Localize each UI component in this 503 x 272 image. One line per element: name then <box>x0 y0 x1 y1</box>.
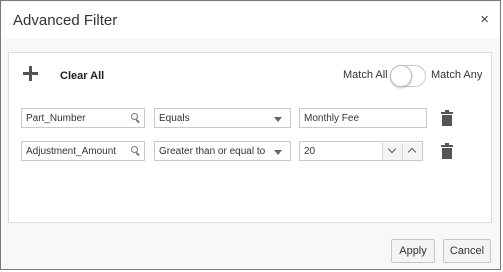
filter-panel: Clear All Match All Match Any Part_Numbe… <box>8 52 492 223</box>
increment-button[interactable] <box>402 143 422 160</box>
search-icon[interactable] <box>131 113 140 122</box>
chevron-down-icon <box>387 144 397 154</box>
dialog-titlebar: Advanced Filter × <box>2 2 499 38</box>
operator-select[interactable]: Equals <box>154 108 291 128</box>
chevron-up-icon <box>407 147 417 157</box>
decrement-button[interactable] <box>382 143 402 160</box>
operator-value: Greater than or equal to <box>159 146 266 157</box>
value-input[interactable]: Monthly Fee <box>299 108 427 128</box>
trash-icon[interactable] <box>441 143 453 159</box>
search-icon[interactable] <box>131 146 140 155</box>
add-icon[interactable] <box>23 66 38 81</box>
trash-lid <box>441 145 453 147</box>
field-value: Adjustment_Amount <box>26 146 117 157</box>
operator-value: Equals <box>159 113 190 124</box>
value-text: Monthly Fee <box>304 113 360 124</box>
close-icon[interactable]: × <box>480 11 489 28</box>
clear-all-button[interactable]: Clear All <box>60 70 104 82</box>
value-text: 20 <box>304 146 316 157</box>
apply-button[interactable]: Apply <box>391 239 435 263</box>
chevron-down-icon <box>274 117 282 122</box>
chevron-down-icon <box>274 150 282 155</box>
dialog-title: Advanced Filter <box>13 12 118 29</box>
match-toggle[interactable] <box>390 65 426 87</box>
operator-select[interactable]: Greater than or equal to <box>154 141 291 161</box>
field-input[interactable]: Adjustment_Amount <box>21 141 145 161</box>
trash-can <box>442 148 452 159</box>
trash-icon[interactable] <box>441 110 453 126</box>
cancel-button[interactable]: Cancel <box>443 239 491 263</box>
value-stepper[interactable]: 20 <box>299 141 423 161</box>
trash-lid <box>441 112 453 114</box>
match-all-label: Match All <box>343 69 388 81</box>
advanced-filter-dialog: Advanced Filter × Clear All Match All Ma… <box>0 0 501 270</box>
field-value: Part_Number <box>26 113 86 124</box>
trash-can <box>442 115 452 126</box>
field-input[interactable]: Part_Number <box>21 108 145 128</box>
toggle-knob <box>390 65 412 87</box>
match-any-label: Match Any <box>431 69 483 81</box>
